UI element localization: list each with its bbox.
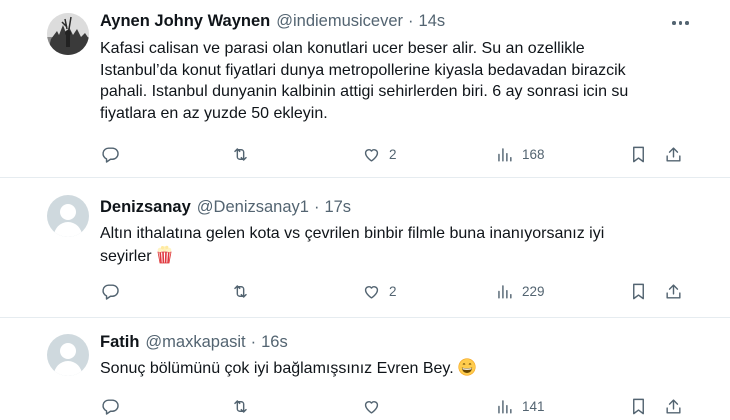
tweet[interactable]: Aynen Johny Waynen @indiemusicever · 14s… xyxy=(0,0,730,178)
retweet-icon xyxy=(234,400,247,413)
like-count: 2 xyxy=(389,147,397,162)
bookmark-icon xyxy=(633,398,644,415)
bookmark-icon xyxy=(633,283,644,300)
like-icon xyxy=(364,149,379,162)
share-button[interactable] xyxy=(664,145,683,164)
like-button[interactable]: 2 xyxy=(362,145,397,164)
bookmark-button[interactable] xyxy=(629,282,648,301)
user-handle[interactable]: @Denizsanay1 xyxy=(197,198,309,217)
tweet-text-line: pahali. Istanbul dunyanin kalbinin attig… xyxy=(100,83,629,100)
views-icon xyxy=(498,148,512,162)
share-icon xyxy=(666,147,681,162)
display-name[interactable]: Denizsanay xyxy=(100,198,191,217)
retweet-icon xyxy=(234,148,247,161)
retweet-button[interactable] xyxy=(231,282,258,301)
tweet-text-line: Sonuç bölümünü çok iyi bağlamışsınız Evr… xyxy=(100,358,700,383)
like-icon xyxy=(364,286,379,299)
views-count: 229 xyxy=(522,284,545,299)
tweet-text: Kafasi calisan ve parasi olan konutlari … xyxy=(100,38,700,124)
timestamp[interactable]: 14s xyxy=(419,12,446,31)
tweet-header: Denizsanay @Denizsanay1 · 17s xyxy=(100,198,351,217)
reply-icon xyxy=(102,284,119,300)
bookmark-icon xyxy=(633,146,644,163)
display-name[interactable]: Fatih xyxy=(100,333,139,352)
views-count: 141 xyxy=(522,399,545,414)
tweet-text-line: Altın ithalatına gelen kota vs çevrilen … xyxy=(100,225,605,242)
display-name[interactable]: Aynen Johny Waynen xyxy=(100,12,270,31)
tweet-text-line: seyirler xyxy=(100,245,700,271)
like-icon xyxy=(364,401,379,414)
user-handle[interactable]: @indiemusicever xyxy=(276,12,403,31)
bookmark-button[interactable] xyxy=(629,145,648,164)
tweet-text-line: Istanbul’da konut fiyatlari dunya metrop… xyxy=(100,61,626,79)
reply-icon xyxy=(102,399,119,415)
views-button[interactable]: 229 xyxy=(495,282,545,301)
tweet-header: Aynen Johny Waynen @indiemusicever · 14s xyxy=(100,12,445,31)
user-handle[interactable]: @maxkapasit xyxy=(145,333,245,352)
like-button[interactable] xyxy=(362,397,389,416)
reply-icon xyxy=(102,147,119,163)
tweet[interactable]: Fatih @maxkapasit · 16s Sonuç bölümünü ç… xyxy=(0,318,730,420)
share-icon xyxy=(666,284,681,299)
action-bar: 141 xyxy=(0,397,730,419)
reply-button[interactable] xyxy=(101,397,128,416)
retweet-button[interactable] xyxy=(231,397,258,416)
avatar[interactable] xyxy=(47,13,89,55)
tweet-header: Fatih @maxkapasit · 16s xyxy=(100,333,288,352)
tweet[interactable]: Denizsanay @Denizsanay1 · 17s Altın itha… xyxy=(0,178,730,318)
views-button[interactable]: 168 xyxy=(495,145,545,164)
share-icon xyxy=(666,399,681,414)
popcorn-emoji xyxy=(156,245,173,271)
timestamp[interactable]: 16s xyxy=(261,333,288,352)
action-bar: 2 168 xyxy=(0,145,730,167)
separator: · xyxy=(250,333,257,351)
reply-button[interactable] xyxy=(101,282,128,301)
like-button[interactable]: 2 xyxy=(362,282,397,301)
retweet-button[interactable] xyxy=(231,145,258,164)
reply-button[interactable] xyxy=(101,145,128,164)
tweet-text-line: Kafasi calisan ve parasi olan konutlari … xyxy=(100,40,585,57)
action-bar: 2 229 xyxy=(0,282,730,304)
views-icon xyxy=(498,285,512,299)
timestamp[interactable]: 17s xyxy=(324,198,351,217)
separator: · xyxy=(408,12,414,30)
bookmark-button[interactable] xyxy=(629,397,648,416)
views-count: 168 xyxy=(522,147,545,162)
retweet-icon xyxy=(234,285,247,298)
like-count: 2 xyxy=(389,284,397,299)
share-button[interactable] xyxy=(664,282,683,301)
separator: · xyxy=(313,198,320,216)
more-icon[interactable] xyxy=(672,21,689,25)
views-icon xyxy=(498,400,512,414)
tweet-text: Sonuç bölümünü çok iyi bağlamışsınız Evr… xyxy=(100,358,700,383)
tweet-text: Altın ithalatına gelen kota vs çevrilen … xyxy=(100,223,700,270)
share-button[interactable] xyxy=(664,397,683,416)
avatar[interactable] xyxy=(47,195,89,237)
grinning-face-emoji xyxy=(458,358,476,383)
views-button[interactable]: 141 xyxy=(495,397,545,416)
avatar[interactable] xyxy=(47,334,89,376)
tweet-text-line: fiyatlara en az yuzde 50 ekleyin. xyxy=(100,104,328,122)
